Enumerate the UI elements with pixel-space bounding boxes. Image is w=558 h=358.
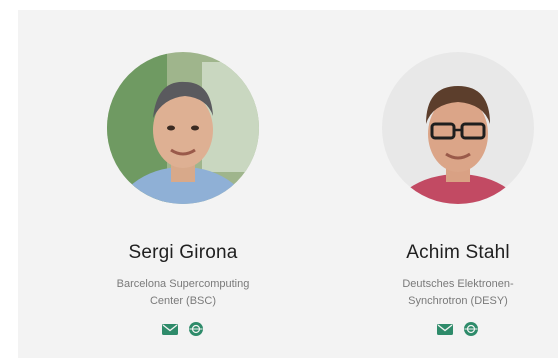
- affiliation-line-2: Synchrotron (DESY): [408, 295, 508, 307]
- person-photo: [107, 52, 259, 204]
- avatar: [382, 52, 534, 204]
- web-icon[interactable]: [462, 322, 480, 336]
- avatar: [107, 52, 259, 204]
- person-card: Achim Stahl Deutsches Elektronen- Synchr…: [333, 10, 558, 336]
- speakers-panel: Sergi Girona Barcelona Supercomputing Ce…: [18, 10, 558, 358]
- affiliation-line-1: Deutsches Elektronen-: [402, 278, 514, 290]
- contact-icons: [161, 322, 205, 336]
- affiliation-line-1: Barcelona Supercomputing: [116, 278, 250, 290]
- person-name: Sergi Girona: [128, 242, 238, 263]
- person-photo: [382, 52, 534, 204]
- person-affiliation: Deutsches Elektronen- Synchrotron (DESY): [353, 276, 558, 310]
- email-icon[interactable]: [161, 322, 179, 336]
- contact-icons: [436, 322, 480, 336]
- person-card: Sergi Girona Barcelona Supercomputing Ce…: [58, 10, 308, 336]
- web-icon[interactable]: [187, 322, 205, 336]
- email-icon[interactable]: [436, 322, 454, 336]
- person-name: Achim Stahl: [406, 242, 510, 263]
- person-affiliation: Barcelona Supercomputing Center (BSC): [78, 276, 288, 310]
- affiliation-line-2: Center (BSC): [149, 295, 217, 307]
